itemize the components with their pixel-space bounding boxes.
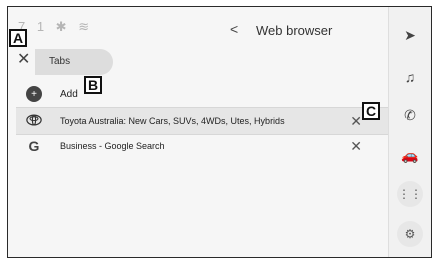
callout-b: B <box>84 76 102 94</box>
google-logo-icon: G <box>28 138 40 154</box>
right-sidebar: ➤ ♫ ✆ 🚗 ⋮⋮ ⚙ <box>388 7 431 257</box>
gear-icon[interactable]: ⚙ <box>397 221 423 247</box>
car-icon[interactable]: 🚗 <box>389 147 431 164</box>
toyota-logo-icon <box>26 112 42 128</box>
add-label: Add <box>60 89 78 100</box>
apps-grid-icon[interactable]: ⋮⋮ <box>397 181 423 207</box>
tabs-header: ✕ Tabs <box>8 47 390 75</box>
close-tab-button[interactable]: ✕ <box>350 138 362 155</box>
main-panel: 7 1 ✱ ≋ < Web browser ✕ Tabs + Add Toyot… <box>8 7 390 257</box>
status-icons: 7 1 ✱ ≋ <box>18 19 94 34</box>
status-bar: 7 1 ✱ ≋ < Web browser <box>8 7 390 47</box>
callout-a: A <box>9 29 27 47</box>
tab-title: Toyota Australia: New Cars, SUVs, 4WDs, … <box>60 116 285 126</box>
phone-icon[interactable]: ✆ <box>389 107 431 124</box>
callout-c: C <box>362 102 380 120</box>
close-icon[interactable]: ✕ <box>17 52 30 68</box>
tab-item-toyota[interactable]: Toyota Australia: New Cars, SUVs, 4WDs, … <box>16 107 388 135</box>
tab-item-google[interactable]: G Business - Google Search ✕ <box>16 133 388 159</box>
close-tab-button[interactable]: ✕ <box>350 113 362 130</box>
navigation-arrow-icon[interactable]: ➤ <box>389 27 431 44</box>
plus-icon: + <box>26 86 42 102</box>
add-tab-row[interactable]: + Add <box>16 81 388 107</box>
screen-frame: 7 1 ✱ ≋ < Web browser ✕ Tabs + Add Toyot… <box>7 6 432 258</box>
page-title: Web browser <box>256 23 333 38</box>
music-note-icon[interactable]: ♫ <box>389 69 431 85</box>
back-button[interactable]: < <box>230 21 238 37</box>
tabs-label: Tabs <box>35 49 113 75</box>
tab-title: Business - Google Search <box>60 141 165 151</box>
